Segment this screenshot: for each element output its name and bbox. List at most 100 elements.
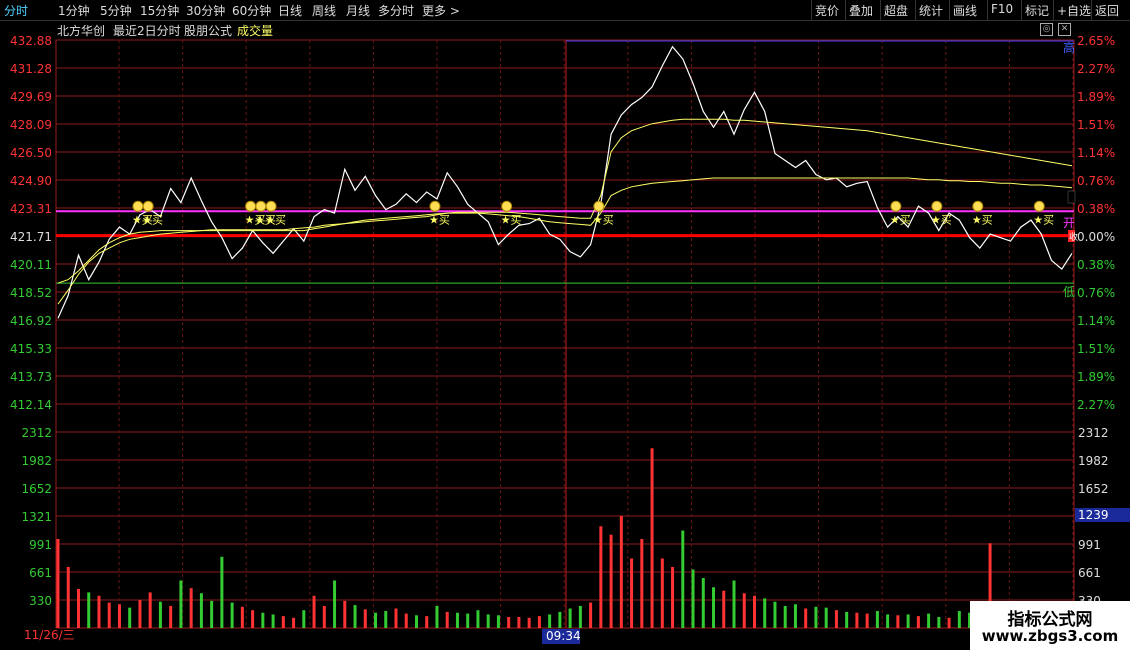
intraday-chart[interactable]: 432.88 2.65%431.28 2.27%429.69 1.89%428.09 1…	[0, 0, 1130, 650]
close-icon[interactable]: ✕	[1058, 23, 1071, 36]
tool-button-0[interactable]: 竞价	[815, 2, 839, 19]
money-bag-icon	[593, 200, 605, 212]
chart-mode: 最近2日分时	[113, 24, 181, 38]
tool-button-4[interactable]: 画线	[953, 2, 977, 19]
money-bag-icon	[931, 200, 943, 212]
volume-bar	[517, 616, 521, 628]
period-tab-7[interactable]: 周线	[312, 2, 336, 19]
period-tab-0[interactable]: 分时	[4, 2, 28, 19]
money-bag-icon	[501, 200, 513, 212]
volume-tick-label: 991	[29, 538, 52, 552]
low-label: 低	[1063, 285, 1075, 299]
toolbar-divider	[1021, 0, 1022, 20]
volume-bar	[834, 610, 838, 628]
volume-bar	[599, 526, 603, 628]
volume-bar	[865, 613, 869, 628]
price-tick-label: 415.33	[10, 342, 52, 356]
chart-title-bar: 北方华创 最近2日分时 股朋公式 成交量	[0, 21, 1075, 39]
buy-signal-label: ★买	[142, 213, 163, 226]
price-tick-label: 429.69	[10, 90, 52, 104]
period-tab-6[interactable]: 日线	[278, 2, 302, 19]
volume-bar	[527, 617, 531, 628]
volume-bar	[476, 610, 480, 628]
tool-button-5[interactable]: F10	[991, 2, 1013, 16]
toolbar-divider	[1091, 0, 1092, 20]
price-tick-label: 426.50	[10, 146, 52, 160]
toolbar-divider	[987, 0, 988, 20]
tool-button-8[interactable]: 返回	[1095, 2, 1119, 19]
watermark-url: www.zbgs3.com	[981, 627, 1119, 645]
toolbar-divider	[1053, 0, 1054, 20]
site-watermark: 指标公式网 www.zbgs3.com	[970, 601, 1130, 650]
money-bag-icon	[245, 200, 257, 212]
pct-tick-label: 0.38%	[1077, 202, 1115, 216]
volume-bar	[117, 604, 121, 628]
volume-bar	[76, 589, 80, 628]
volume-bar	[722, 590, 726, 628]
open-label: 开	[1063, 216, 1075, 230]
tool-button-3[interactable]: 统计	[919, 2, 943, 19]
formula-name: 股朋公式	[184, 24, 233, 38]
volume-bar	[66, 566, 70, 628]
volume-bar	[230, 602, 234, 628]
volume-bar	[763, 598, 767, 628]
money-bag-icon	[972, 200, 984, 212]
volume-bar	[271, 614, 275, 628]
volume-tick-label-right: 1652	[1078, 482, 1109, 496]
volume-bar	[947, 617, 951, 628]
volume-bar	[261, 612, 265, 628]
volume-bar	[97, 595, 101, 628]
pct-tick-label: 1.89%	[1077, 370, 1115, 384]
volume-bar	[609, 534, 613, 628]
buy-signal: ★买	[593, 200, 614, 226]
pct-tick-label: 0.76%	[1077, 174, 1115, 188]
volume-bar	[220, 556, 224, 628]
volume-bar	[179, 580, 183, 628]
tool-button-2[interactable]: 超盘	[884, 2, 908, 19]
buy-signal-label: ★买	[972, 213, 993, 226]
period-tab-5[interactable]: 60分钟	[232, 2, 271, 19]
price-tick-label: 412.14	[10, 398, 52, 412]
volume-bar	[496, 615, 500, 628]
money-bag-icon	[1033, 200, 1045, 212]
volume-bar	[353, 605, 357, 628]
volume-bar	[537, 616, 541, 628]
tool-button-7[interactable]: +自选	[1057, 2, 1091, 19]
volume-bar	[189, 588, 193, 628]
money-bag-icon	[429, 200, 441, 212]
price-tick-label: 413.73	[10, 370, 52, 384]
settings-icon[interactable]: ◎	[1040, 23, 1053, 36]
volume-bar	[507, 616, 511, 628]
volume-bar	[210, 600, 214, 628]
volume-bar	[292, 617, 296, 628]
period-tab-4[interactable]: 30分钟	[186, 2, 225, 19]
volume-bar	[199, 593, 203, 628]
price-marker	[1067, 190, 1076, 204]
period-tab-10[interactable]: 更多 >	[422, 2, 460, 19]
volume-bar	[650, 448, 654, 628]
volume-bar	[343, 600, 347, 628]
tool-button-1[interactable]: 叠加	[849, 2, 873, 19]
toolbar-divider	[880, 0, 881, 20]
buy-signal: ★买	[972, 200, 993, 226]
period-tab-2[interactable]: 5分钟	[100, 2, 132, 19]
period-tab-8[interactable]: 月线	[346, 2, 370, 19]
volume-bar	[640, 538, 644, 628]
volume-bar	[916, 616, 920, 628]
tool-button-6[interactable]: 标记	[1025, 2, 1049, 19]
pct-tick-label: 0.76%	[1077, 286, 1115, 300]
volume-bar	[681, 530, 685, 628]
period-tab-3[interactable]: 15分钟	[140, 2, 179, 19]
period-tab-1[interactable]: 1分钟	[58, 2, 90, 19]
volume-bar	[875, 611, 879, 628]
volume-bar	[251, 610, 255, 628]
pct-tick-label: 1.14%	[1077, 314, 1115, 328]
toolbar-divider	[845, 0, 846, 20]
stock-name: 北方华创	[57, 24, 106, 38]
volume-bar	[578, 605, 582, 628]
buy-signal: ★买	[890, 200, 911, 226]
volume-tick-label-right: 2312	[1078, 426, 1109, 440]
price-tick-label: 431.28	[10, 62, 52, 76]
period-tab-9[interactable]: 多分时	[378, 2, 414, 19]
volume-bar	[824, 607, 828, 628]
